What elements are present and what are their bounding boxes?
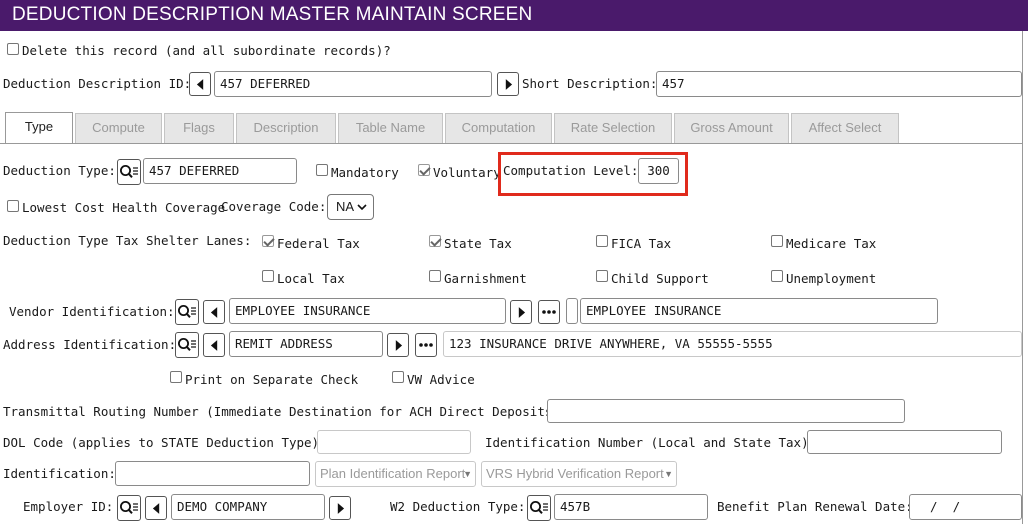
tab-description[interactable]: Description [236,113,336,143]
vendor-spacer-field [566,298,578,324]
tab-divider [0,143,1022,144]
unemployment-label: Unemployment [786,271,877,286]
federal-tax-label: Federal Tax [277,236,360,251]
vendor-id-field[interactable]: EMPLOYEE INSURANCE [229,298,506,324]
tab-gross-amount[interactable]: Gross Amount [674,113,789,143]
dol-code-field[interactable] [317,430,471,454]
vendor-prev-button[interactable] [203,300,225,324]
deduction-id-field[interactable]: 457 DEFERRED [214,71,492,97]
voluntary-checkbox[interactable] [418,164,430,176]
vw-advice-checkbox[interactable] [392,371,404,383]
tab-type[interactable]: Type [5,112,73,144]
vendor-more-button[interactable] [538,300,560,324]
chevron-down-icon: ▼ [664,469,673,479]
coverage-code-select[interactable]: NA [327,194,374,220]
tax-shelter-label: Deduction Type Tax Shelter Lanes: [3,233,252,248]
vendor-id-label: Vendor Identification: [9,304,175,319]
deduction-type-field[interactable]: 457 DEFERRED [143,158,297,184]
employer-prev-button[interactable] [145,496,167,520]
tab-bar: Type Compute Flags Description Table Nam… [0,112,1028,144]
tab-computation[interactable]: Computation [445,113,552,143]
dol-code-label: DOL Code (applies to STATE Deduction Typ… [3,435,327,450]
computation-level-highlight [498,152,688,196]
mandatory-checkbox[interactable] [316,164,328,176]
local-tax-label: Local Tax [277,271,345,286]
coverage-code-value: NA [336,199,355,214]
tab-compute[interactable]: Compute [75,113,162,143]
identification-field[interactable] [115,461,310,486]
renewal-date-label: Benefit Plan Renewal Date: [717,499,913,514]
right-border [1022,31,1023,524]
tab-affect-select[interactable]: Affect Select [791,113,899,143]
lowest-cost-label: Lowest Cost Health Coverage [22,200,226,215]
plan-identification-select[interactable]: Plan Identification Report ▼ [315,461,476,487]
address-next-button[interactable] [387,333,409,357]
employer-id-field[interactable]: DEMO COMPANY [171,494,325,520]
delete-record-label: Delete this record (and all subordinate … [22,43,391,58]
coverage-code-label: Coverage Code: [221,199,327,214]
print-separate-check-checkbox[interactable] [170,371,182,383]
federal-tax-checkbox[interactable] [262,235,274,247]
identification-label: Identification: [3,466,116,481]
state-tax-label: State Tax [444,236,512,251]
next-record-button[interactable] [497,72,519,96]
print-separate-check-label: Print on Separate Check [185,372,359,387]
delete-record-checkbox[interactable] [7,43,19,55]
fica-tax-checkbox[interactable] [596,235,608,247]
local-tax-checkbox[interactable] [262,270,274,282]
voluntary-label: Voluntary [433,165,501,180]
child-support-checkbox[interactable] [596,270,608,282]
identification-number-label: Identification Number (Local and State T… [485,435,817,450]
address-id-label: Address Identification: [3,337,177,352]
tab-table-name[interactable]: Table Name [338,113,443,143]
address-text-area[interactable]: 123 INSURANCE DRIVE ANYWHERE, VA 55555-5… [443,331,1022,357]
employer-id-label: Employer ID: [23,499,114,514]
lowest-cost-checkbox[interactable] [7,200,19,212]
w2-type-lookup-icon[interactable] [527,495,551,521]
identification-number-field[interactable] [807,430,1002,454]
mandatory-label: Mandatory [331,165,399,180]
medicare-tax-label: Medicare Tax [786,236,877,251]
vrs-verification-placeholder: VRS Hybrid Verification Report [486,466,664,481]
screen-header: DEDUCTION DESCRIPTION MASTER MAINTAIN SC… [0,0,1028,31]
medicare-tax-checkbox[interactable] [771,235,783,247]
w2-type-field[interactable]: 457B [554,494,708,520]
employer-lookup-icon[interactable] [117,495,141,521]
vendor-name-field[interactable]: EMPLOYEE INSURANCE [580,298,938,324]
tab-flags[interactable]: Flags [164,113,234,143]
w2-type-label: W2 Deduction Type: [390,499,526,514]
address-lookup-icon[interactable] [175,332,199,358]
garnishment-label: Garnishment [444,271,527,286]
address-more-button[interactable] [415,333,437,357]
unemployment-checkbox[interactable] [771,270,783,282]
address-id-field[interactable]: REMIT ADDRESS [229,331,383,357]
chevron-down-icon: ▼ [463,469,472,479]
vendor-lookup-icon[interactable] [175,299,199,325]
chevron-down-icon [357,204,367,211]
vw-advice-label: VW Advice [407,372,475,387]
prev-record-button[interactable] [189,72,211,96]
short-description-label: Short Description: [522,76,658,91]
short-description-field[interactable]: 457 [656,71,1022,97]
address-prev-button[interactable] [203,333,225,357]
child-support-label: Child Support [611,271,709,286]
employer-next-button[interactable] [329,496,351,520]
garnishment-checkbox[interactable] [429,270,441,282]
deduction-type-lookup-icon[interactable] [117,159,141,185]
deduction-type-label: Deduction Type: [3,163,116,178]
plan-identification-placeholder: Plan Identification Report [320,466,466,481]
tab-rate-selection[interactable]: Rate Selection [554,113,672,143]
renewal-date-field[interactable]: / / [909,494,1022,520]
state-tax-checkbox[interactable] [429,235,441,247]
transmittal-field[interactable] [547,399,905,423]
transmittal-label: Transmittal Routing Number (Immediate De… [3,404,568,419]
fica-tax-label: FICA Tax [611,236,672,251]
deduction-id-label: Deduction Description ID: [3,76,192,91]
vendor-next-button[interactable] [510,300,532,324]
screen-title: DEDUCTION DESCRIPTION MASTER MAINTAIN SC… [12,4,533,25]
vrs-verification-select[interactable]: VRS Hybrid Verification Report ▼ [481,461,677,487]
